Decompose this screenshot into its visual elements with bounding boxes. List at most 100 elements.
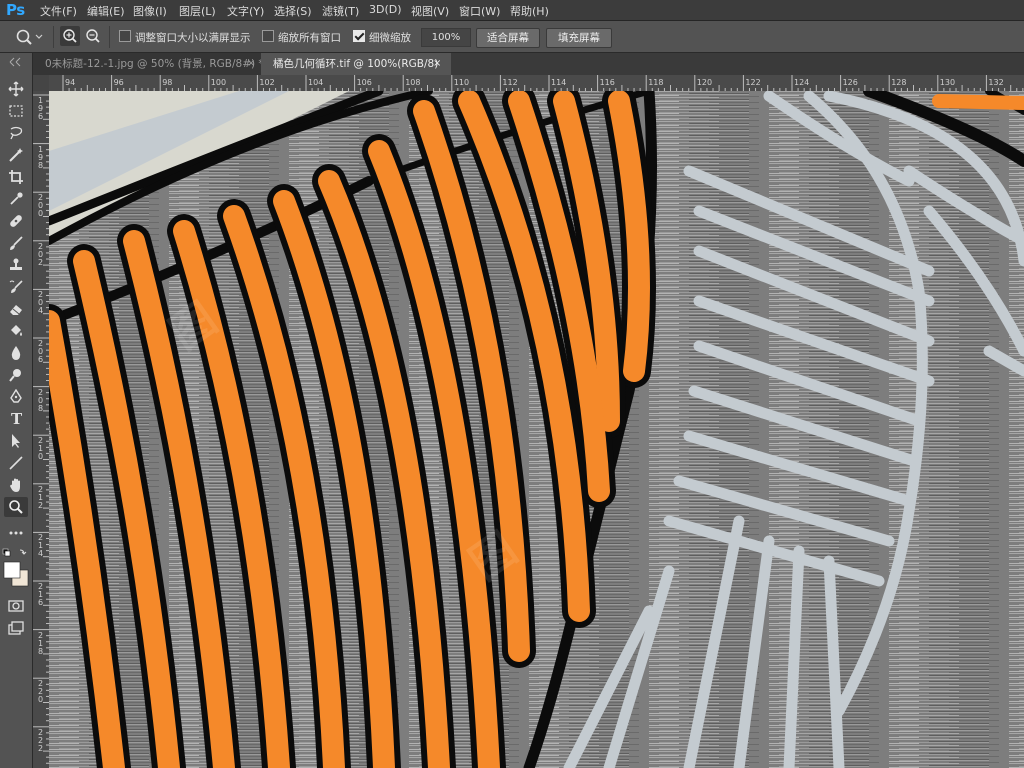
menu-help[interactable]: 帮助(H) (510, 3, 549, 19)
brush-icon (10, 236, 23, 250)
ruler-label: 106 (356, 78, 372, 87)
toolbox-collapse-icon[interactable] (0, 56, 32, 68)
line-icon (9, 456, 23, 470)
type-tool[interactable]: T (4, 409, 28, 429)
ruler-label: 220 (37, 679, 44, 705)
magic-wand-icon (9, 148, 23, 162)
drop-icon (11, 346, 21, 360)
ruler-label: 124 (794, 78, 810, 87)
ruler-label: 114 (551, 78, 567, 87)
ruler-label: 100 (210, 78, 227, 87)
ruler-label: 132 (988, 78, 1004, 87)
ruler-label: 202 (37, 241, 44, 267)
ruler-origin[interactable] (33, 75, 50, 92)
move-tool[interactable] (4, 79, 28, 99)
line-tool[interactable] (4, 453, 28, 473)
horizontal-ruler[interactable]: 94 96 98 100 102 104 106 108 110 112 114 116 118 120 1… (49, 75, 1024, 92)
crop-tool[interactable] (4, 167, 28, 187)
ruler-label: 214 (37, 533, 44, 559)
menu-image[interactable]: 图像(I) (133, 3, 167, 19)
ruler-label: 118 (648, 78, 664, 87)
ruler-label: 198 (37, 144, 44, 170)
eyedropper-tool[interactable] (4, 189, 28, 209)
marquee-tool[interactable] (4, 101, 28, 121)
clone-stamp-tool[interactable] (4, 255, 28, 275)
options-bar: 调整窗口大小以满屏显示 缩放所有窗口 细微缩放 100% 适合屏幕 填充屏幕 (0, 21, 1024, 53)
zoom-percent-field[interactable]: 100% (421, 28, 471, 47)
ruler-ticks (62, 75, 1024, 91)
eraser-tool[interactable] (4, 299, 28, 319)
close-icon[interactable]: × (433, 53, 441, 75)
blur-tool[interactable] (4, 343, 28, 363)
vertical-ruler[interactable]: 196 198 200 202 204 206 208 210 212 214 216 218 220 2… (33, 91, 50, 768)
artwork (49, 91, 1024, 768)
menu-edit[interactable]: 编辑(E) (87, 3, 125, 19)
ruler-label: 212 (37, 484, 44, 510)
hand-tool[interactable] (4, 475, 28, 495)
fill-screen-button[interactable]: 填充屏幕 (546, 28, 612, 48)
menu-type[interactable]: 文字(Y) (227, 3, 264, 19)
move-icon (8, 81, 24, 97)
ruler-label: 110 (453, 78, 470, 87)
pen-tool[interactable] (4, 387, 28, 407)
menu-file[interactable]: 文件(F) (40, 3, 77, 19)
ruler-label: 128 (891, 78, 907, 87)
ruler-label: 216 (37, 582, 44, 607)
menu-select[interactable]: 选择(S) (274, 3, 312, 19)
resize-windows-checkbox[interactable] (119, 30, 131, 42)
document-canvas[interactable]: 图 图 (49, 91, 1024, 768)
ruler-label: 102 (259, 78, 275, 87)
lasso-icon (10, 126, 23, 140)
zoom-in-button[interactable] (60, 26, 80, 46)
tool-preset-picker[interactable] (14, 27, 44, 47)
fit-screen-button[interactable]: 适合屏幕 (476, 28, 540, 48)
menu-filter[interactable]: 滤镜(T) (322, 3, 359, 19)
ruler-label: 104 (308, 78, 324, 87)
lasso-tool[interactable] (4, 123, 28, 143)
menu-view[interactable]: 视图(V) (411, 3, 449, 19)
ruler-label: 204 (37, 290, 44, 316)
history-brush-tool[interactable] (4, 277, 28, 297)
menu-bar: Ps 文件(F) 编辑(E) 图像(I) 图层(L) 文字(Y) 选择(S) 滤… (0, 0, 1024, 21)
type-icon: T (11, 410, 23, 428)
tab-document-1[interactable]: 0未标题-12.-1.jpg @ 50% (背景, RGB/8#) * × (33, 53, 269, 75)
ruler-label: 96 (113, 78, 124, 87)
screen-mode-button[interactable] (4, 618, 28, 638)
menu-layer[interactable]: 图层(L) (179, 3, 216, 19)
zoom-in-icon (63, 29, 77, 43)
dodge-tool[interactable] (4, 365, 28, 385)
crop-icon (9, 170, 23, 184)
ruler-label: 222 (37, 727, 44, 753)
quick-mask-button[interactable] (4, 596, 28, 616)
eyedropper-icon (10, 192, 23, 205)
hand-icon (10, 478, 20, 492)
paint-bucket-tool[interactable] (4, 321, 28, 341)
zoom-out-button[interactable] (83, 26, 103, 46)
close-icon[interactable]: × (247, 53, 255, 75)
menu-window[interactable]: 窗口(W) (459, 3, 500, 19)
healing-brush-tool[interactable] (4, 211, 28, 231)
menu-3d[interactable]: 3D(D) (369, 3, 402, 16)
tab-document-2[interactable]: 橘色几何循环.tif @ 100%(RGB/8) × (261, 53, 451, 75)
stamp-icon (10, 258, 22, 270)
bandage-icon (10, 215, 22, 227)
path-selection-tool[interactable] (4, 431, 28, 451)
zoom-all-windows-checkbox[interactable] (262, 30, 274, 42)
zoom-tool[interactable] (4, 497, 28, 517)
scrubby-zoom-checkbox[interactable] (353, 30, 365, 42)
zoom-preset-icon (16, 29, 43, 45)
quick-selection-tool[interactable] (4, 145, 28, 165)
color-swatches[interactable] (0, 547, 32, 595)
scrubby-zoom-label: 细微缩放 (369, 32, 411, 44)
brush-tool[interactable] (4, 233, 28, 253)
photoshop-logo: Ps (6, 1, 25, 19)
ruler-label: 206 (37, 339, 44, 364)
more-tools[interactable] (4, 523, 28, 543)
quick-mask-icon (8, 600, 24, 612)
ruler-label: 208 (37, 387, 44, 413)
history-brush-icon (9, 280, 23, 293)
zoom-out-icon (86, 29, 100, 43)
ruler-label: 196 (37, 96, 44, 121)
ruler-label: 126 (842, 78, 858, 87)
zoom-all-windows-label: 缩放所有窗口 (278, 32, 341, 44)
